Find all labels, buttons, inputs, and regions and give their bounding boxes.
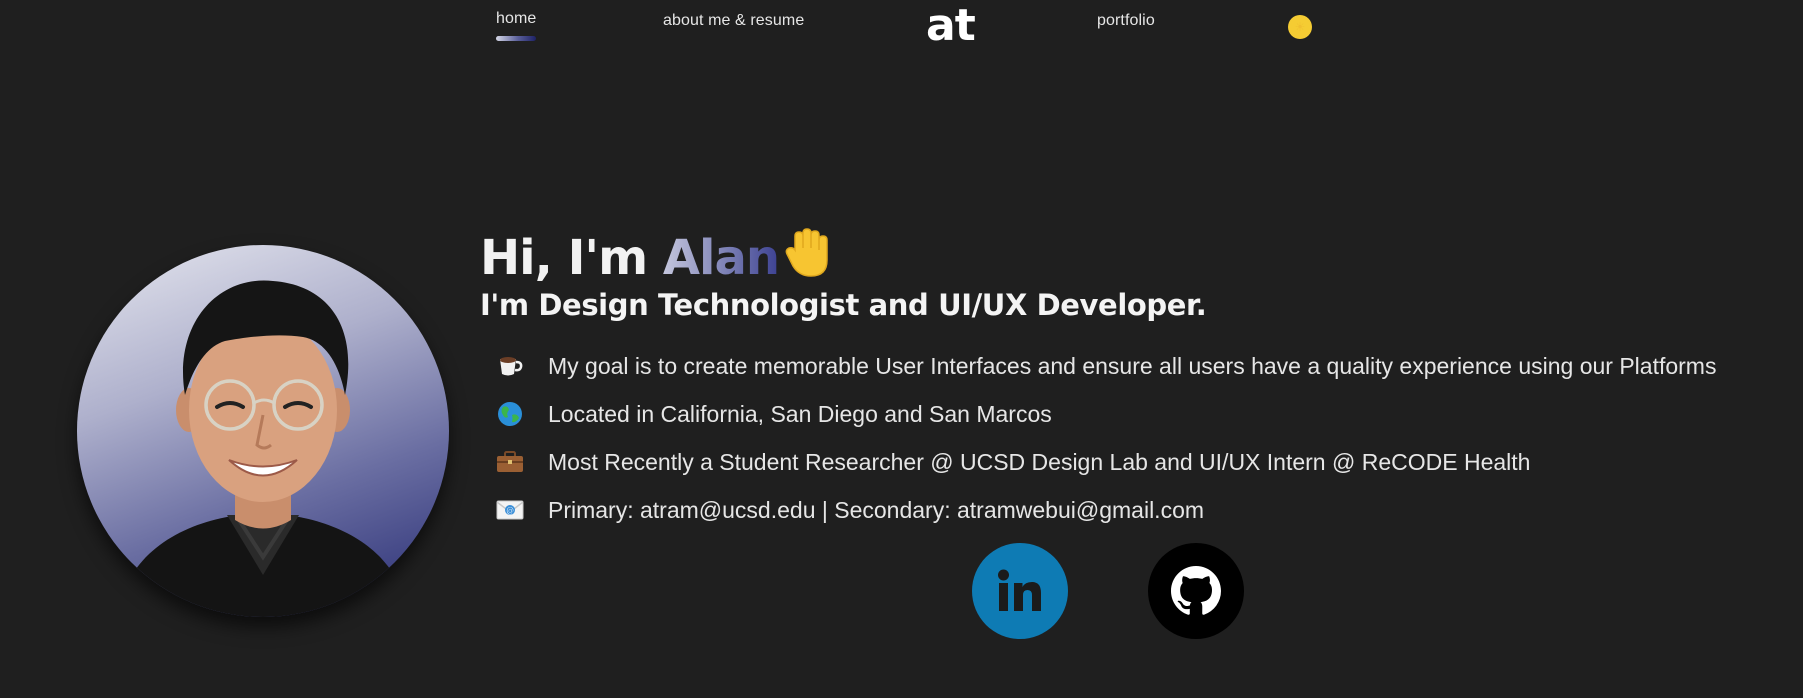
sun-icon: ☀ (1294, 20, 1306, 34)
nav-about-resume-link[interactable]: about me & resume (663, 12, 804, 30)
info-list: My goal is to create memorable User Inte… (492, 342, 1716, 534)
coffee-icon (492, 351, 528, 381)
greeting-prefix: Hi, I'm (480, 230, 663, 286)
page: home about me & resume at portfolio ☀ Hi… (0, 0, 1803, 698)
site-logo[interactable]: at (926, 0, 976, 51)
nav-home-link[interactable]: home (496, 10, 536, 28)
info-item-goal: My goal is to create memorable User Inte… (492, 342, 1716, 390)
email-icon: @ (492, 495, 528, 525)
globe-icon (492, 399, 528, 429)
theme-toggle-button[interactable]: ☀ (1288, 15, 1312, 39)
waving-hand-icon (785, 228, 831, 290)
info-text: Located in California, San Diego and San… (548, 400, 1052, 427)
profile-photo (77, 245, 449, 617)
info-item-experience: Most Recently a Student Researcher @ UCS… (492, 438, 1716, 486)
info-item-email: @ Primary: atram@ucsd.edu | Secondary: a… (492, 486, 1716, 534)
svg-text:@: @ (506, 506, 514, 515)
info-text: Primary: atram@ucsd.edu | Secondary: atr… (548, 496, 1205, 523)
github-button[interactable] (1148, 543, 1244, 639)
info-item-location: Located in California, San Diego and San… (492, 390, 1716, 438)
briefcase-icon (492, 447, 528, 477)
info-text: Most Recently a Student Researcher @ UCS… (548, 448, 1531, 475)
greeting-name: Alan (662, 230, 780, 286)
github-icon (1171, 566, 1221, 615)
profile-portrait-illustration (117, 280, 409, 617)
greeting-heading: Hi, I'm Alan (480, 228, 831, 290)
linkedin-icon (998, 569, 1041, 611)
subtitle-heading: I'm Design Technologist and UI/UX Develo… (480, 288, 1207, 322)
linkedin-button[interactable] (972, 543, 1068, 639)
info-text: My goal is to create memorable User Inte… (548, 352, 1717, 379)
nav-portfolio-link[interactable]: portfolio (1097, 12, 1155, 30)
nav-active-indicator (496, 36, 536, 41)
